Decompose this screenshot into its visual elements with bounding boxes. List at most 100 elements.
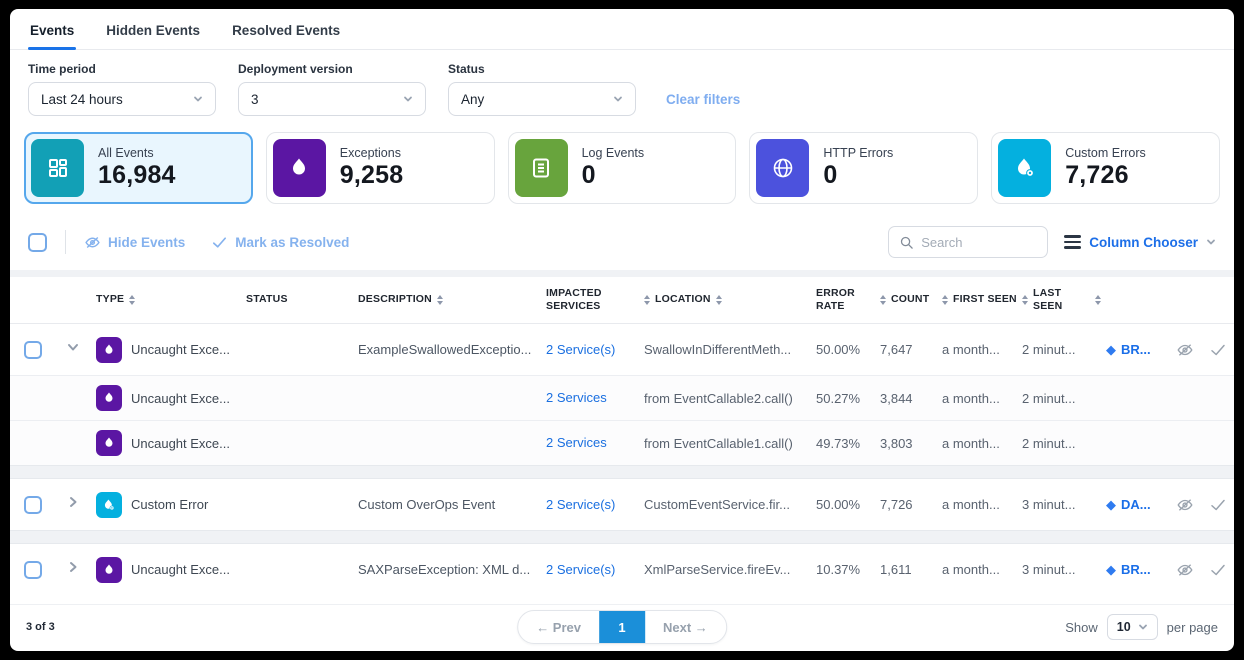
event-description: ExampleSwallowedExceptio... bbox=[358, 342, 546, 357]
stat-card-exceptions[interactable]: Exceptions 9,258 bbox=[266, 132, 495, 204]
status-select[interactable]: Any bbox=[448, 82, 636, 116]
table-row[interactable]: Uncaught Exce... SAXParseException: XML … bbox=[10, 544, 1234, 595]
table-toolbar: Hide Events Mark as Resolved Column Choo… bbox=[10, 218, 1234, 270]
event-location: CustomEventService.fir... bbox=[644, 497, 816, 512]
last-seen: 2 minut... bbox=[1022, 391, 1106, 406]
event-count: 7,647 bbox=[880, 342, 942, 357]
toolbar-divider bbox=[65, 230, 66, 254]
pager: ← Prev 1 Next → bbox=[517, 610, 727, 644]
header-error-rate[interactable]: ERROR RATE bbox=[816, 287, 862, 313]
impacted-services-link[interactable]: 2 Service(s) bbox=[546, 562, 615, 577]
last-seen: 3 minut... bbox=[1022, 562, 1106, 577]
sort-icon[interactable] bbox=[129, 295, 135, 306]
event-label-badge[interactable]: ◆DA... bbox=[1106, 497, 1176, 513]
event-type: Uncaught Exce... bbox=[131, 562, 230, 577]
column-chooser-button[interactable]: Column Chooser bbox=[1064, 235, 1216, 250]
flame-icon bbox=[96, 557, 122, 583]
document-icon bbox=[515, 139, 568, 197]
grid-icon bbox=[31, 139, 84, 197]
sort-icon[interactable] bbox=[1022, 295, 1028, 306]
time-period-select[interactable]: Last 24 hours bbox=[28, 82, 216, 116]
chevron-down-icon bbox=[613, 94, 623, 104]
resolve-event-icon[interactable] bbox=[1209, 496, 1227, 514]
hide-event-icon[interactable] bbox=[1176, 341, 1194, 359]
clear-filters-link[interactable]: Clear filters bbox=[666, 92, 740, 107]
last-seen: 2 minut... bbox=[1022, 436, 1106, 451]
event-description: Custom OverOps Event bbox=[358, 497, 546, 512]
event-type: Uncaught Exce... bbox=[131, 342, 230, 357]
header-status[interactable]: STATUS bbox=[246, 293, 358, 306]
current-page-button[interactable]: 1 bbox=[599, 611, 645, 643]
select-all-checkbox[interactable] bbox=[28, 233, 47, 252]
chevron-right-icon[interactable] bbox=[66, 560, 80, 574]
per-page-label: per page bbox=[1167, 620, 1218, 635]
filter-bar: Time period Last 24 hours Deployment ver… bbox=[10, 50, 1234, 130]
table-subrow[interactable]: Uncaught Exce... 2 Services from EventCa… bbox=[10, 420, 1234, 465]
status-value: Any bbox=[461, 92, 484, 107]
status-label: Status bbox=[448, 62, 636, 76]
resolve-event-icon[interactable] bbox=[1209, 561, 1227, 579]
stat-card-http-errors[interactable]: HTTP Errors 0 bbox=[749, 132, 978, 204]
stat-card-value: 9,258 bbox=[340, 161, 404, 190]
events-dashboard: Events Hidden Events Resolved Events Tim… bbox=[10, 9, 1234, 651]
impacted-services-link[interactable]: 2 Service(s) bbox=[546, 497, 615, 512]
header-type[interactable]: TYPE bbox=[96, 293, 246, 306]
error-rate: 10.37% bbox=[816, 562, 880, 577]
header-count[interactable]: COUNT bbox=[880, 293, 942, 306]
hide-event-icon[interactable] bbox=[1176, 496, 1194, 514]
sort-icon[interactable] bbox=[880, 295, 886, 306]
hide-events-button[interactable]: Hide Events bbox=[84, 234, 185, 251]
sort-icon[interactable] bbox=[942, 295, 948, 306]
stat-card-log-events[interactable]: Log Events 0 bbox=[508, 132, 737, 204]
event-count: 1,611 bbox=[880, 562, 942, 577]
header-description[interactable]: DESCRIPTION bbox=[358, 293, 546, 306]
chevron-down-icon[interactable] bbox=[66, 340, 80, 354]
impacted-services-link[interactable]: 2 Services bbox=[546, 435, 607, 450]
tab-events[interactable]: Events bbox=[28, 9, 76, 49]
sort-icon[interactable] bbox=[1095, 295, 1101, 306]
sort-icon[interactable] bbox=[437, 295, 443, 306]
event-label-badge[interactable]: ◆BR... bbox=[1106, 562, 1176, 578]
header-last-seen[interactable]: LAST SEEN bbox=[1022, 287, 1106, 313]
sort-icon[interactable] bbox=[716, 295, 722, 306]
row-checkbox[interactable] bbox=[24, 496, 42, 514]
tab-bar: Events Hidden Events Resolved Events bbox=[10, 9, 1234, 50]
stat-card-all-events[interactable]: All Events 16,984 bbox=[24, 132, 253, 204]
event-count: 3,803 bbox=[880, 436, 942, 451]
stat-card-custom-errors[interactable]: Custom Errors 7,726 bbox=[991, 132, 1220, 204]
chevron-right-icon[interactable] bbox=[66, 495, 80, 509]
page-size-select[interactable]: 10 bbox=[1107, 614, 1158, 640]
event-label-badge[interactable]: ◆BR... bbox=[1106, 342, 1176, 358]
table-row[interactable]: Custom Error Custom OverOps Event 2 Serv… bbox=[10, 479, 1234, 530]
first-seen: a month... bbox=[942, 562, 1022, 577]
event-type: Uncaught Exce... bbox=[131, 391, 230, 406]
mark-resolved-button[interactable]: Mark as Resolved bbox=[211, 234, 349, 251]
next-page-button[interactable]: Next → bbox=[645, 611, 726, 643]
event-type: Custom Error bbox=[131, 497, 208, 512]
prev-page-button[interactable]: ← Prev bbox=[518, 611, 599, 643]
impacted-services-link[interactable]: 2 Service(s) bbox=[546, 342, 615, 357]
chevron-down-icon bbox=[193, 94, 203, 104]
table-subrow[interactable]: Uncaught Exce... 2 Services from EventCa… bbox=[10, 375, 1234, 420]
stat-card-value: 0 bbox=[823, 161, 893, 190]
search-input[interactable] bbox=[921, 235, 1031, 250]
flame-icon bbox=[96, 385, 122, 411]
deployment-version-filter: Deployment version 3 bbox=[238, 62, 426, 116]
deployment-version-select[interactable]: 3 bbox=[238, 82, 426, 116]
tab-resolved-events[interactable]: Resolved Events bbox=[230, 9, 342, 49]
row-checkbox[interactable] bbox=[24, 561, 42, 579]
table-row[interactable]: Uncaught Exce... ExampleSwallowedExcepti… bbox=[10, 324, 1234, 375]
resolve-event-icon[interactable] bbox=[1209, 341, 1227, 359]
row-checkbox[interactable] bbox=[24, 341, 42, 359]
diamond-icon: ◆ bbox=[1106, 497, 1116, 513]
last-seen: 2 minut... bbox=[1022, 342, 1106, 357]
header-first-seen[interactable]: FIRST SEEN bbox=[942, 293, 1022, 306]
stat-card-label: All Events bbox=[98, 146, 176, 160]
hide-event-icon[interactable] bbox=[1176, 561, 1194, 579]
tab-hidden-events[interactable]: Hidden Events bbox=[104, 9, 202, 49]
header-location[interactable]: LOCATION bbox=[644, 293, 816, 306]
sort-icon[interactable] bbox=[644, 295, 650, 306]
impacted-services-link[interactable]: 2 Services bbox=[546, 390, 607, 405]
error-rate: 49.73% bbox=[816, 436, 880, 451]
header-impacted-services[interactable]: IMPACTED SERVICES bbox=[546, 287, 620, 313]
